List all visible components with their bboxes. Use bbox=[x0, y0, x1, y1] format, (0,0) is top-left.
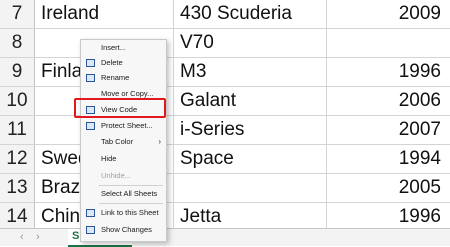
cell-model[interactable]: Galant bbox=[174, 87, 327, 115]
table-row[interactable]: 12 Swed Space 1994 bbox=[0, 145, 450, 174]
table-row[interactable]: 13 Braz 2005 bbox=[0, 174, 450, 203]
cell-year[interactable] bbox=[327, 29, 449, 57]
row-number[interactable]: 10 bbox=[0, 87, 35, 115]
row-number[interactable]: 8 bbox=[0, 29, 35, 57]
menu-item-select-all-sheets[interactable]: Select All Sheets bbox=[81, 187, 166, 201]
link-icon bbox=[86, 209, 95, 217]
rename-sheet-icon bbox=[86, 74, 95, 82]
cell-country[interactable]: Ireland bbox=[35, 0, 174, 28]
cell-year[interactable]: 2005 bbox=[327, 174, 449, 202]
tab-scroll-right-button[interactable]: › bbox=[36, 230, 40, 244]
cell-year[interactable]: 1996 bbox=[327, 203, 449, 231]
menu-item-hide[interactable]: Hide bbox=[81, 152, 166, 166]
view-code-highlight-box bbox=[74, 98, 166, 118]
row-number[interactable]: 7 bbox=[0, 0, 35, 28]
row-number[interactable]: 11 bbox=[0, 116, 35, 144]
cell-model[interactable]: Jetta bbox=[174, 203, 327, 231]
row-number[interactable]: 12 bbox=[0, 145, 35, 173]
menu-divider bbox=[99, 185, 163, 186]
table-row[interactable]: 7 Ireland 430 Scuderia 2009 bbox=[0, 0, 450, 29]
table-row[interactable]: 14 Chin Jetta 1996 bbox=[0, 203, 450, 231]
show-changes-icon bbox=[86, 226, 95, 234]
sheet-tab-bar: ‹ › Sh bbox=[0, 228, 450, 247]
delete-sheet-icon bbox=[86, 59, 95, 67]
cell-year[interactable]: 1994 bbox=[327, 145, 449, 173]
menu-item-link-to-sheet[interactable]: Link to this Sheet bbox=[81, 206, 166, 220]
table-row[interactable]: 10 Galant 2006 bbox=[0, 87, 450, 116]
chevron-right-icon: › bbox=[158, 137, 161, 146]
protect-sheet-icon bbox=[86, 122, 95, 130]
cell-model[interactable]: Space bbox=[174, 145, 327, 173]
cell-model[interactable]: V70 bbox=[174, 29, 327, 57]
spreadsheet-grid: 7 Ireland 430 Scuderia 2009 8 V70 9 Finl… bbox=[0, 0, 450, 231]
menu-item-tab-color[interactable]: Tab Color › bbox=[81, 135, 166, 149]
cell-year[interactable]: 2006 bbox=[327, 87, 449, 115]
row-number[interactable]: 14 bbox=[0, 203, 35, 228]
cell-year[interactable]: 1996 bbox=[327, 58, 449, 86]
menu-item-protect-sheet[interactable]: Protect Sheet... bbox=[81, 119, 166, 133]
cell-model[interactable]: 430 Scuderia bbox=[174, 0, 327, 28]
row-number[interactable]: 9 bbox=[0, 58, 35, 86]
cell-model[interactable]: i-Series bbox=[174, 116, 327, 144]
menu-divider bbox=[99, 203, 163, 204]
menu-item-delete[interactable]: Delete bbox=[81, 56, 166, 70]
menu-item-insert[interactable]: Insert... bbox=[81, 41, 166, 55]
menu-item-unhide: Unhide... bbox=[101, 171, 132, 180]
cell-year[interactable]: 2009 bbox=[327, 0, 449, 28]
menu-item-rename[interactable]: Rename bbox=[81, 71, 166, 85]
cell-year[interactable]: 2007 bbox=[327, 116, 449, 144]
menu-item-show-changes[interactable]: Show Changes bbox=[81, 223, 166, 237]
row-number[interactable]: 13 bbox=[0, 174, 35, 202]
table-row[interactable]: 11 i-Series 2007 bbox=[0, 116, 450, 145]
cell-model[interactable] bbox=[174, 174, 327, 202]
table-row[interactable]: 9 Finla M3 1996 bbox=[0, 58, 450, 87]
sheet-context-menu: Insert... Delete Rename Move or Copy... … bbox=[80, 39, 167, 242]
cell-model[interactable]: M3 bbox=[174, 58, 327, 86]
table-row[interactable]: 8 V70 bbox=[0, 29, 450, 58]
tab-scroll-left-button[interactable]: ‹ bbox=[20, 230, 24, 244]
